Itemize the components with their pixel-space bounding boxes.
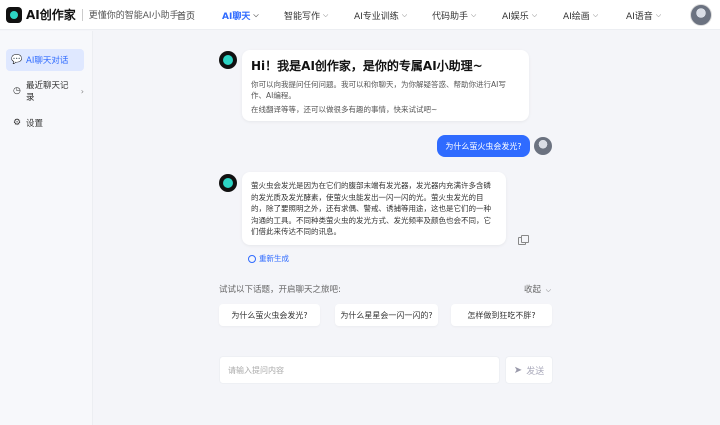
regenerate-label: 重新生成 xyxy=(259,254,289,263)
logo-divider xyxy=(81,8,83,21)
nav-label: AI语音 xyxy=(626,11,653,22)
answer-line: 萤火虫会发光是因为在它们的腹部末端有发光器，发光器内充满许多含磷 xyxy=(251,181,491,190)
send-button[interactable]: ➤ 发送 xyxy=(505,356,553,384)
welcome-line: 在线翻译等等，还可以做很多有趣的事情，快来试试吧~ xyxy=(251,105,438,114)
sidebar-item-ai-chat[interactable]: 💬 AI聊天对话 xyxy=(6,49,84,71)
send-icon: ➤ xyxy=(513,364,523,376)
welcome-title: Hi！我是AI创作家，是你的专属AI小助理~ xyxy=(251,59,483,73)
nav-label: AI聊天 xyxy=(222,11,251,22)
chevron-down-icon: ⌵ xyxy=(655,10,662,19)
answer-line: 们借此来传达不同的讯息。 xyxy=(251,227,341,236)
bot-avatar xyxy=(219,51,237,69)
user-message-avatar xyxy=(534,137,552,155)
welcome-message: Hi！我是AI创作家，是你的专属AI小助理~ 你可以向我提问任何问题。我可以和你… xyxy=(242,50,529,121)
top-header: AI创作家 更懂你的智能AI小助手 首页 AI聊天 ⌵ 智能写作 ⌵ AI专业训练 ⌵… xyxy=(0,0,720,30)
chevron-down-icon: ⌵ xyxy=(253,10,259,19)
slogan: 更懂你的智能AI小助手 xyxy=(88,11,179,21)
chevron-down-icon: ⌵ xyxy=(531,10,538,19)
logo-icon xyxy=(6,6,22,23)
chevron-down-icon: ⌵ xyxy=(401,10,408,19)
answer-line: 的发光质及发光酵素，使萤火虫能发出一闪一闪的光。萤火虫发光的目 xyxy=(251,192,484,202)
user-avatar[interactable] xyxy=(690,4,712,26)
regenerate-button[interactable]: 重新生成 xyxy=(248,253,289,264)
question-input[interactable] xyxy=(228,365,488,375)
logo[interactable]: AI创作家 xyxy=(6,6,76,23)
clock-icon: ◷ xyxy=(13,86,21,96)
nav-ai-training[interactable]: AI专业训练 ⌵ xyxy=(354,9,407,22)
answer-line: 沟通的工具。不同种类萤火虫的发光方式、发光频率及颜色也会不同，它 xyxy=(251,215,491,225)
topics-title: 试试以下话题，开启聊天之旅吧: xyxy=(219,285,341,295)
nav-home[interactable]: 首页 xyxy=(177,9,195,22)
nav-code-assistant[interactable]: 代码助手 ⌵ xyxy=(432,9,476,22)
chevron-down-icon: ⌵ xyxy=(471,10,477,19)
nav-label: 首页 xyxy=(177,11,196,22)
nav-label: 智能写作 xyxy=(284,11,321,22)
nav-ai-chat[interactable]: AI聊天 ⌵ xyxy=(222,9,259,22)
question-input-box[interactable] xyxy=(219,356,500,384)
sidebar-item-label: 设置 xyxy=(26,119,44,129)
sidebar-item-label: AI聊天对话 xyxy=(26,56,69,66)
topic-suggestion[interactable]: 为什么萤火虫会发光? xyxy=(219,304,320,326)
refresh-icon xyxy=(248,254,256,263)
send-label: 发送 xyxy=(526,366,545,377)
user-message-text: 为什么萤火虫会发光? xyxy=(445,141,522,151)
collapse-button[interactable]: 收起 ⌵ xyxy=(524,283,551,295)
sidebar-item-recent-chats[interactable]: ◷ 最近聊天记录 › xyxy=(6,80,84,103)
nav-ai-voice[interactable]: AI语音 ⌵ xyxy=(626,9,661,22)
chevron-down-icon: ⌵ xyxy=(323,10,329,19)
welcome-line: 你可以向我提问任何问题。我可以和你聊天，为你解疑答惑、帮助你进行AI写 xyxy=(251,80,506,89)
collapse-label: 收起 xyxy=(524,285,542,295)
welcome-line: 作、AI编程。 xyxy=(251,91,296,100)
user-message: 为什么萤火虫会发光? xyxy=(437,135,530,157)
nav-smart-writing[interactable]: 智能写作 ⌵ xyxy=(284,9,328,22)
nav-label: AI绘画 xyxy=(563,11,590,22)
chevron-down-icon: ⌵ xyxy=(592,10,599,19)
nav-ai-entertainment[interactable]: AI娱乐 ⌵ xyxy=(502,9,537,22)
chat-area: Hi！我是AI创作家，是你的专属AI小助理~ 你可以向我提问任何问题。我可以和你… xyxy=(94,31,720,425)
sidebar: 💬 AI聊天对话 ◷ 最近聊天记录 › ⚙ 设置 xyxy=(0,31,93,425)
nav-label: 代码助手 xyxy=(432,11,469,22)
topic-label: 怎样做到狂吃不胖? xyxy=(467,310,536,320)
nav-ai-painting[interactable]: AI绘画 ⌵ xyxy=(563,9,598,22)
topic-label: 为什么萤火虫会发光? xyxy=(231,310,308,320)
answer-line: 的，除了要照明之外，还有求偶、警戒、诱捕等用途，这也是它们的一种 xyxy=(251,204,491,213)
topic-label: 为什么星星会一闪一闪的? xyxy=(340,310,433,320)
gear-icon: ⚙ xyxy=(12,118,22,128)
copy-icon[interactable] xyxy=(518,235,529,245)
chat-icon: 💬 xyxy=(11,55,23,65)
topic-suggestion[interactable]: 怎样做到狂吃不胖? xyxy=(451,304,552,326)
sidebar-item-settings[interactable]: ⚙ 设置 xyxy=(6,112,84,134)
chevron-down-icon: ⌵ xyxy=(545,286,552,294)
sidebar-item-label: 最近聊天记录 xyxy=(25,81,69,103)
nav-label: AI娱乐 xyxy=(502,11,529,22)
topic-suggestion[interactable]: 为什么星星会一闪一闪的? xyxy=(335,304,438,326)
nav-label: AI专业训练 xyxy=(354,11,399,22)
bot-avatar xyxy=(219,174,237,192)
chevron-right-icon: › xyxy=(80,86,84,96)
bot-answer: 萤火虫会发光是因为在它们的腹部末端有发光器，发光器内充满许多含磷 的发光质及发光… xyxy=(242,172,506,245)
logo-text: AI创作家 xyxy=(26,8,76,22)
